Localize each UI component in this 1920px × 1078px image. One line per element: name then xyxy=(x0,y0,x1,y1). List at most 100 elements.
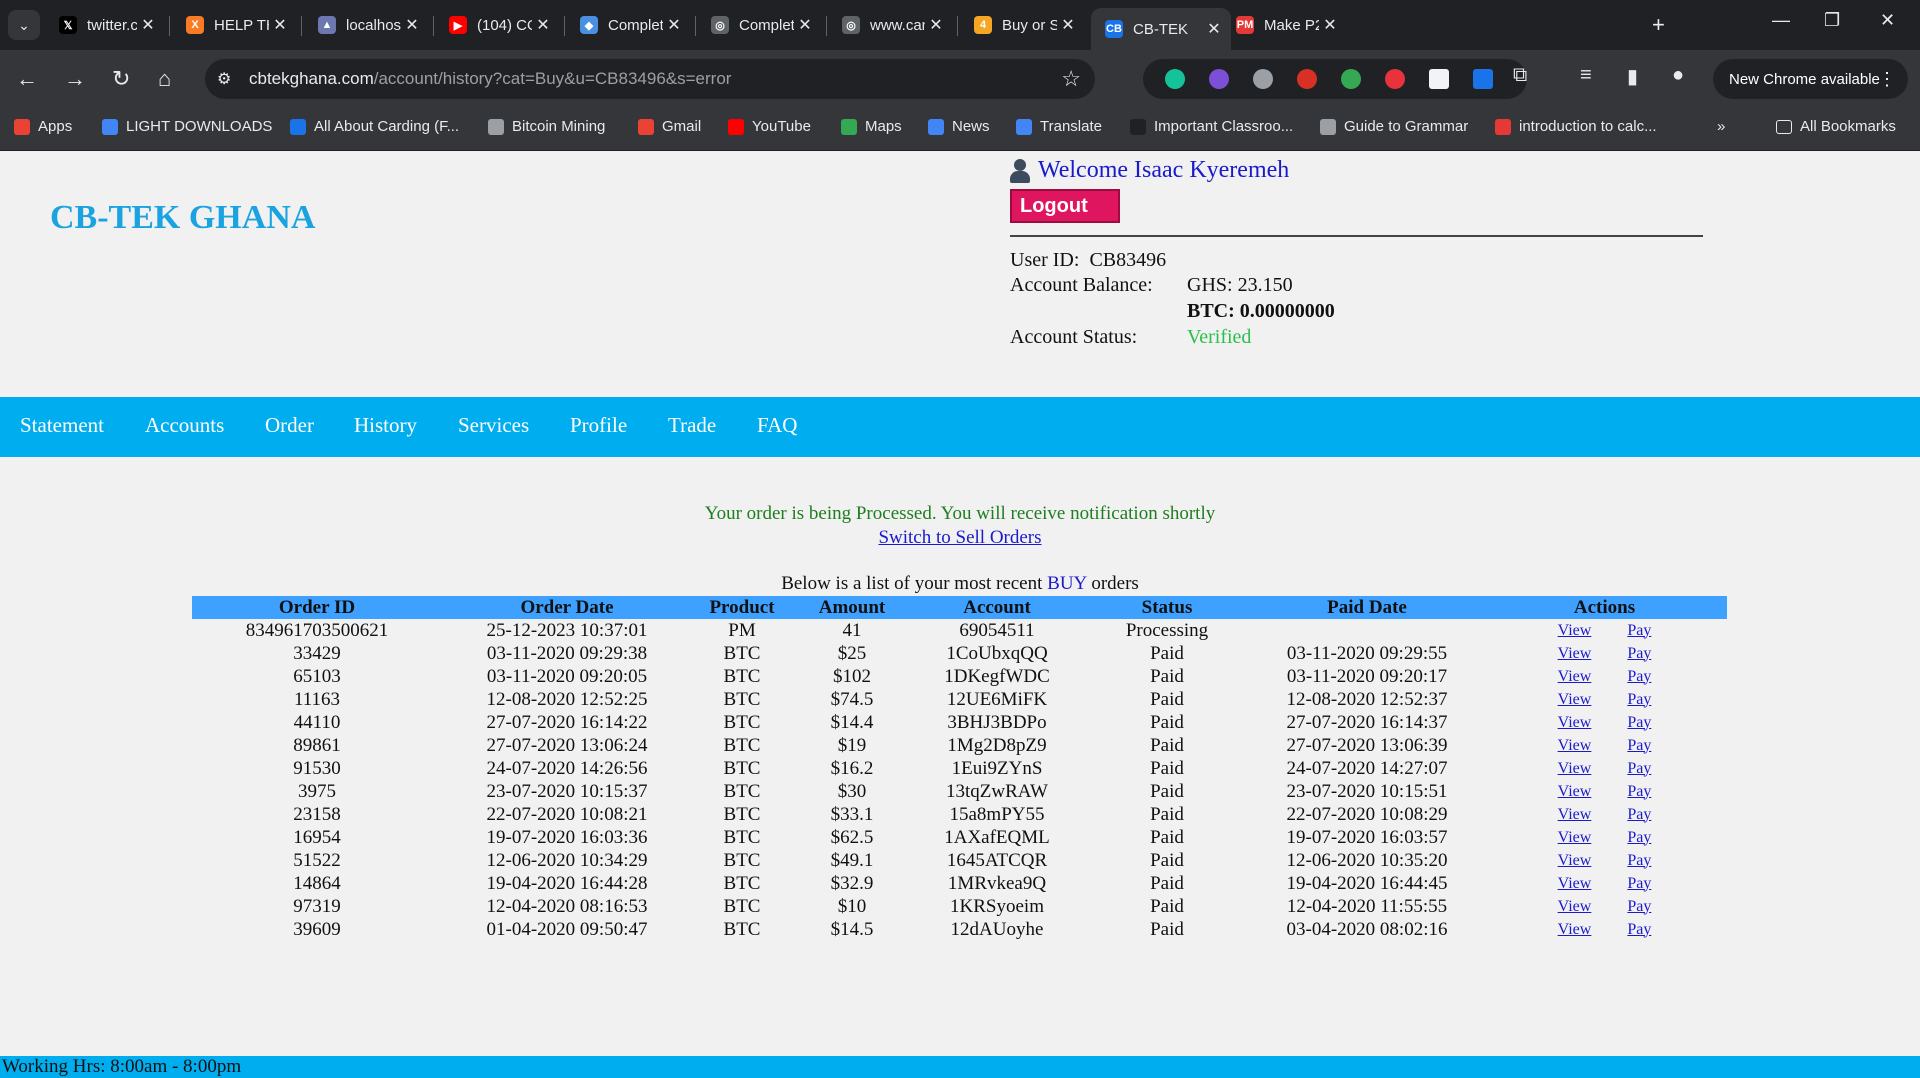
extension-purple-icon[interactable] xyxy=(1209,69,1229,89)
bookmark-item[interactable]: Apps xyxy=(14,118,72,135)
profile-avatar-icon[interactable]: ● xyxy=(1672,64,1684,87)
pay-link[interactable]: Pay xyxy=(1627,668,1651,685)
bookmark-item[interactable]: LIGHT DOWNLOADS xyxy=(102,118,272,135)
bookmark-item[interactable]: YouTube xyxy=(728,118,811,135)
close-tab-icon[interactable]: ✕ xyxy=(401,15,423,35)
extension-clipboard-icon[interactable] xyxy=(1429,69,1449,89)
bookmark-item[interactable]: Maps xyxy=(841,118,902,135)
pay-link[interactable]: Pay xyxy=(1627,898,1651,915)
address-url[interactable]: cbtekghana.com/account/history?cat=Buy&u… xyxy=(249,69,731,89)
view-link[interactable]: View xyxy=(1558,921,1592,938)
browser-tab[interactable]: ▲ localhost / 127✕ xyxy=(304,8,429,42)
extension-pin-icon[interactable] xyxy=(1253,69,1273,89)
more-menu-icon[interactable]: ⋮ xyxy=(1878,69,1896,90)
browser-tab[interactable]: PM Make P2P✕ xyxy=(1222,8,1347,42)
view-link[interactable]: View xyxy=(1558,852,1592,869)
view-link[interactable]: View xyxy=(1558,691,1592,708)
view-link[interactable]: View xyxy=(1558,622,1592,639)
pay-link[interactable]: Pay xyxy=(1627,875,1651,892)
nav-profile[interactable]: Profile xyxy=(570,413,627,438)
close-tab-icon[interactable]: ✕ xyxy=(663,15,685,35)
new-chrome-available-button[interactable]: New Chrome available ⋮ xyxy=(1713,59,1908,99)
switch-to-sell-link[interactable]: Switch to Sell Orders xyxy=(878,527,1041,548)
view-link[interactable]: View xyxy=(1558,783,1592,800)
browser-tab[interactable]: ◎ Complete✕ xyxy=(697,8,822,42)
bookmark-label: Guide to Grammar xyxy=(1344,118,1469,135)
bookmark-star-icon[interactable]: ☆ xyxy=(1061,66,1081,92)
more-bookmarks-button[interactable]: » xyxy=(1717,118,1725,135)
browser-tab[interactable]: 𝕏twitter.com✕ xyxy=(45,8,165,42)
view-link[interactable]: View xyxy=(1558,645,1592,662)
home-button[interactable]: ⌂ xyxy=(158,66,171,92)
close-tab-icon[interactable]: ✕ xyxy=(1057,15,1079,35)
view-link[interactable]: View xyxy=(1558,668,1592,685)
bookmark-item[interactable]: Gmail xyxy=(638,118,701,135)
browser-tab[interactable]: ◎ www.camp✕ xyxy=(828,8,953,42)
side-panel-icon[interactable]: ▮ xyxy=(1627,64,1638,89)
close-tab-icon[interactable]: ✕ xyxy=(532,15,554,35)
amount-cell: $102 xyxy=(833,665,871,687)
pay-link[interactable]: Pay xyxy=(1627,737,1651,754)
logout-button[interactable]: Logout xyxy=(1010,189,1120,223)
nav-trade[interactable]: Trade xyxy=(668,413,716,438)
extension-green-icon[interactable] xyxy=(1341,69,1361,89)
bookmark-item[interactable]: introduction to calc... xyxy=(1495,118,1657,135)
close-tab-icon[interactable]: ✕ xyxy=(269,15,291,35)
all-bookmarks-button[interactable]: All Bookmarks xyxy=(1776,118,1896,135)
view-link[interactable]: View xyxy=(1558,875,1592,892)
extension-m-icon[interactable] xyxy=(1385,69,1405,89)
close-tab-icon[interactable]: ✕ xyxy=(794,15,816,35)
view-link[interactable]: View xyxy=(1558,829,1592,846)
pay-link[interactable]: Pay xyxy=(1627,760,1651,777)
site-info-icon[interactable]: ⚙ xyxy=(217,69,231,89)
nav-history[interactable]: History xyxy=(354,413,417,438)
pay-link[interactable]: Pay xyxy=(1627,921,1651,938)
browser-tab[interactable]: ◆ Complete✕ xyxy=(566,8,691,42)
grammarly-icon[interactable] xyxy=(1165,69,1185,89)
view-link[interactable]: View xyxy=(1558,714,1592,731)
media-controls-icon[interactable]: ≡ xyxy=(1580,64,1592,87)
view-link[interactable]: View xyxy=(1558,760,1592,777)
browser-tab[interactable]: X HELP THE PROJECT✕ xyxy=(172,8,297,42)
close-tab-icon[interactable]: ✕ xyxy=(1319,15,1341,35)
bookmark-item[interactable]: News xyxy=(928,118,990,135)
pay-link[interactable]: Pay xyxy=(1627,829,1651,846)
minimize-button[interactable]: — xyxy=(1772,10,1790,31)
bookmark-item[interactable]: Translate xyxy=(1016,118,1102,135)
view-link[interactable]: View xyxy=(1558,806,1592,823)
pay-link[interactable]: Pay xyxy=(1627,622,1651,639)
pay-link[interactable]: Pay xyxy=(1627,645,1651,662)
nav-order[interactable]: Order xyxy=(265,413,314,438)
bookmark-item[interactable]: All About Carding (F... xyxy=(290,118,459,135)
tab-search-button[interactable]: ⌄ xyxy=(8,10,40,40)
restore-button[interactable]: ❐ xyxy=(1824,10,1840,31)
nav-statement[interactable]: Statement xyxy=(20,413,104,438)
pay-link[interactable]: Pay xyxy=(1627,783,1651,800)
view-link[interactable]: View xyxy=(1558,737,1592,754)
extensions-puzzle-icon[interactable]: ⧉ xyxy=(1513,64,1527,87)
nav-accounts[interactable]: Accounts xyxy=(145,413,224,438)
pay-link[interactable]: Pay xyxy=(1627,714,1651,731)
bookmark-item[interactable]: Important Classroo... xyxy=(1130,118,1293,135)
address-bar[interactable]: ⚙ cbtekghana.com/account/history?cat=Buy… xyxy=(205,59,1095,99)
new-tab-button[interactable]: + xyxy=(1652,12,1665,38)
close-tab-icon[interactable]: ✕ xyxy=(925,15,947,35)
nav-services[interactable]: Services xyxy=(458,413,529,438)
pay-link[interactable]: Pay xyxy=(1627,852,1651,869)
browser-tab[interactable]: CB CB-TEK ✕ xyxy=(1091,8,1231,50)
pay-link[interactable]: Pay xyxy=(1627,806,1651,823)
extension-blue-icon[interactable] xyxy=(1473,69,1493,89)
browser-tab[interactable]: ▶ (104) CONFIG✕ xyxy=(435,8,560,42)
reload-button[interactable]: ↻ xyxy=(112,66,130,92)
extension-red-icon[interactable] xyxy=(1297,69,1317,89)
pay-link[interactable]: Pay xyxy=(1627,691,1651,708)
forward-button[interactable]: → xyxy=(64,66,86,92)
close-window-button[interactable]: ✕ xyxy=(1880,10,1895,31)
view-link[interactable]: View xyxy=(1558,898,1592,915)
close-tab-icon[interactable]: ✕ xyxy=(137,15,159,35)
bookmark-item[interactable]: Guide to Grammar xyxy=(1320,118,1468,135)
browser-tab[interactable]: 4 Buy or Sell✕ xyxy=(960,8,1085,42)
bookmark-item[interactable]: Bitcoin Mining xyxy=(488,118,605,135)
back-button[interactable]: ← xyxy=(16,66,38,92)
nav-faq[interactable]: FAQ xyxy=(757,413,797,438)
